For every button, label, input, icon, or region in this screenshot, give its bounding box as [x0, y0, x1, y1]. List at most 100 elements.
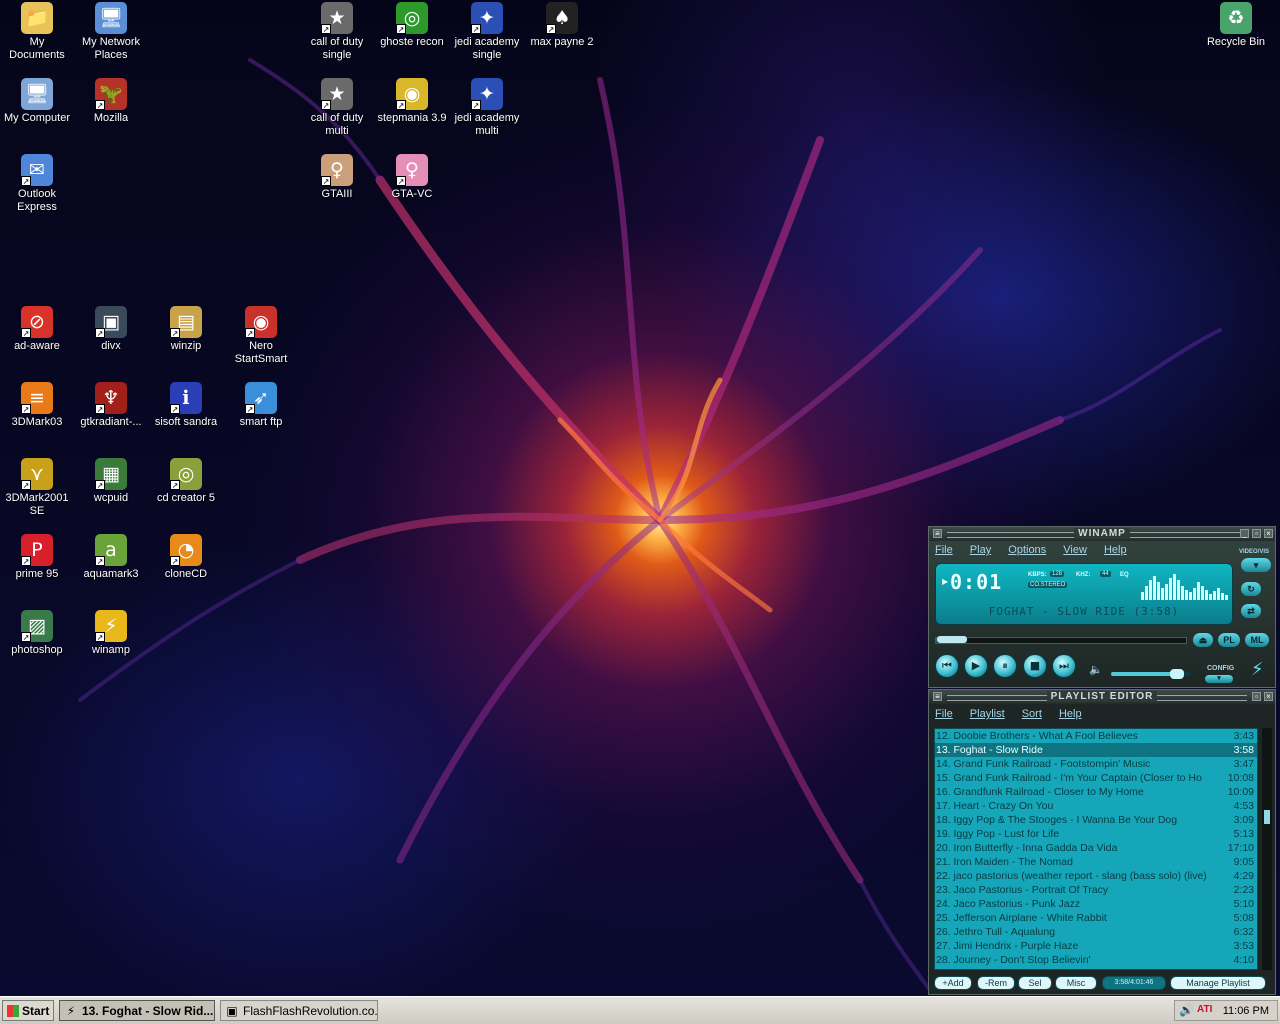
close-button[interactable]: × — [1264, 529, 1273, 538]
desktop-icon[interactable]: 📁 My Documents — [0, 2, 74, 62]
desktop-icon[interactable]: 🦖 ↗ Mozilla — [74, 78, 148, 125]
playlist-row[interactable]: 18. Iggy Pop & The Stooges - I Wanna Be … — [935, 813, 1257, 827]
desktop-icon[interactable]: ⚡ ↗ winamp — [74, 610, 148, 657]
desktop-icon[interactable]: ★ ↗ call of duty multi — [300, 78, 374, 138]
start-button[interactable]: Start — [2, 1000, 54, 1021]
next-button[interactable]: ⏭ — [1052, 654, 1076, 678]
desktop-icon[interactable]: ≡ ↗ 3DMark03 — [0, 382, 74, 429]
volume-knob[interactable] — [1170, 669, 1185, 679]
desktop-icon[interactable]: ➶ ↗ smart ftp — [224, 382, 298, 429]
media-library-button[interactable]: ML — [1245, 633, 1269, 647]
playlist-row[interactable]: 23. Jaco Pastorius - Portrait Of Tracy 2:… — [935, 883, 1257, 897]
elapsed-time[interactable]: 0:01 — [950, 570, 1002, 594]
clock[interactable]: 11:06 PM — [1223, 1001, 1269, 1021]
playlist-row[interactable]: 28. Journey - Don't Stop Believin' 4:10 — [935, 953, 1257, 967]
spectrum-visualizer[interactable] — [1141, 572, 1228, 600]
desktop-icon[interactable]: ⊘ ↗ ad-aware — [0, 306, 74, 353]
volume-tray-icon[interactable]: 🔊 — [1179, 1003, 1194, 1017]
menu-play[interactable]: Play — [970, 544, 991, 556]
playlist-row[interactable]: 27. Jimi Hendrix - Purple Haze 3:53 — [935, 939, 1257, 953]
menu-options[interactable]: Options — [1008, 544, 1046, 556]
seek-bar[interactable] — [935, 636, 1187, 644]
desktop-icon[interactable]: ◉ ↗ Nero StartSmart — [224, 306, 298, 366]
pause-button[interactable]: ⏸ — [993, 654, 1017, 678]
menu-playlist[interactable]: Playlist — [970, 708, 1005, 720]
playlist-row-current[interactable]: 13. Foghat - Slow Ride 3:58 — [935, 743, 1257, 757]
playlist-editor-window[interactable]: PLAYLIST EDITOR ≡ ▫ × File Playlist Sort… — [928, 689, 1276, 995]
playlist-row[interactable]: 21. Iron Maiden - The Nomad 9:05 — [935, 855, 1257, 869]
desktop-icon[interactable]: ♻ Recycle Bin — [1199, 2, 1273, 49]
desktop-icon[interactable]: ✉ ↗ Outlook Express — [0, 154, 74, 214]
desktop-icon[interactable]: ★ ↗ call of duty single — [300, 2, 374, 62]
playlist-row[interactable]: 16. Grandfunk Railroad - Closer to My Ho… — [935, 785, 1257, 799]
playlist-row[interactable]: 19. Iggy Pop - Lust for Life 5:13 — [935, 827, 1257, 841]
repeat-button[interactable]: ↻ — [1241, 582, 1261, 596]
playlist-menu-icon[interactable]: ≡ — [933, 692, 942, 701]
desktop-icon[interactable]: ◔ ↗ cloneCD — [149, 534, 223, 581]
stop-button[interactable]: ■ — [1023, 654, 1047, 678]
shade-button[interactable]: ▫ — [1252, 529, 1261, 538]
minimize-button[interactable]: _ — [1240, 529, 1249, 538]
manage-playlist-button[interactable]: Manage Playlist — [1170, 976, 1266, 990]
desktop-icon[interactable]: ℹ ↗ sisoft sandra — [149, 382, 223, 429]
menu-help[interactable]: Help — [1104, 544, 1127, 556]
shuffle-button[interactable]: ⇄ — [1241, 604, 1261, 618]
desktop-icon[interactable]: ♆ ↗ gtkradiant-... — [74, 382, 148, 429]
menu-file[interactable]: File — [935, 708, 953, 720]
remove-button[interactable]: -Rem — [977, 976, 1015, 990]
volume-slider[interactable] — [1111, 669, 1191, 679]
add-button[interactable]: +Add — [934, 976, 972, 990]
previous-button[interactable]: ⏮ — [935, 654, 959, 678]
playlist-row[interactable]: 20. Iron Butterfly - Inna Gadda Da Vida 1… — [935, 841, 1257, 855]
scrollbar-thumb[interactable] — [1264, 810, 1270, 824]
ati-tray-icon[interactable]: ATI — [1197, 1004, 1212, 1015]
playlist-row[interactable]: 24. Jaco Pastorius - Punk Jazz 5:10 — [935, 897, 1257, 911]
playlist-titlebar[interactable]: PLAYLIST EDITOR ≡ ▫ × — [929, 690, 1275, 704]
playlist-row[interactable]: 25. Jefferson Airplane - White Rabbit 5:0… — [935, 911, 1257, 925]
playlist-track-list[interactable]: 12. Doobie Brothers - What A Fool Believ… — [934, 728, 1258, 970]
desktop-icon[interactable]: ▨ ↗ photoshop — [0, 610, 74, 657]
desktop-icon[interactable]: ✦ ↗ jedi academy multi — [450, 78, 524, 138]
desktop-icon[interactable]: 🖥 My Network Places — [74, 2, 148, 62]
winamp-window[interactable]: WINAMP ≡ _ ▫ × File Play Options View He… — [928, 526, 1276, 688]
desktop-icon[interactable]: ✦ ↗ jedi academy single — [450, 2, 524, 62]
desktop-icon[interactable]: ▤ ↗ winzip — [149, 306, 223, 353]
menu-view[interactable]: View — [1063, 544, 1087, 556]
song-title-display[interactable]: FOGHAT - SLOW RIDE (3:58) — [936, 605, 1232, 618]
select-button[interactable]: Sel — [1018, 976, 1052, 990]
playlist-scrollbar[interactable] — [1262, 728, 1272, 970]
shade-button[interactable]: ▫ — [1252, 692, 1261, 701]
playlist-row[interactable]: 17. Heart - Crazy On You 4:53 — [935, 799, 1257, 813]
winamp-menu-icon[interactable]: ≡ — [933, 529, 942, 538]
desktop-icon[interactable]: ◎ ↗ ghoste recon — [375, 2, 449, 49]
misc-button[interactable]: Misc — [1055, 976, 1097, 990]
seek-bar-knob[interactable] — [936, 636, 967, 643]
video-vis-toggle-button[interactable]: ▾ — [1241, 558, 1271, 572]
eject-button[interactable]: ⏏ — [1193, 633, 1213, 647]
desktop-icon[interactable]: ♀ ↗ GTAIII — [300, 154, 374, 201]
desktop-icon[interactable]: ⋎ ↗ 3DMark2001 SE — [0, 458, 74, 518]
task-winamp[interactable]: ⚡ 13. Foghat - Slow Rid... — [59, 1000, 215, 1021]
menu-help[interactable]: Help — [1059, 708, 1082, 720]
desktop-icon[interactable]: ▦ ↗ wcpuid — [74, 458, 148, 505]
desktop-icon[interactable]: ♀ ↗ GTA-VC — [375, 154, 449, 201]
menu-sort[interactable]: Sort — [1022, 708, 1042, 720]
desktop-icon[interactable]: ♠ ↗ max payne 2 — [525, 2, 599, 49]
desktop-icon[interactable]: a ↗ aquamark3 — [74, 534, 148, 581]
menu-file[interactable]: File — [935, 544, 953, 556]
playlist-row[interactable]: 22. jaco pastorius (weather report - sla… — [935, 869, 1257, 883]
winamp-titlebar[interactable]: WINAMP ≡ _ ▫ × — [929, 527, 1275, 541]
task-browser[interactable]: ▣ FlashFlashRevolution.co... — [220, 1000, 378, 1021]
playlist-toggle-button[interactable]: PL — [1218, 633, 1240, 647]
playlist-row[interactable]: 26. Jethro Tull - Aqualung 6:32 — [935, 925, 1257, 939]
playlist-row[interactable]: 15. Grand Funk Railroad - I'm Your Capta… — [935, 771, 1257, 785]
playlist-row[interactable]: 14. Grand Funk Railroad - Footstompin' M… — [935, 757, 1257, 771]
play-button[interactable]: ▶ — [964, 654, 988, 678]
desktop-icon[interactable]: ◎ ↗ cd creator 5 — [149, 458, 223, 505]
lightning-bolt-icon[interactable]: ⚡ — [1251, 659, 1264, 680]
desktop-icon[interactable]: ▣ ↗ divx — [74, 306, 148, 353]
desktop-icon[interactable]: ◉ ↗ stepmania 3.9 — [375, 78, 449, 125]
close-button[interactable]: × — [1264, 692, 1273, 701]
playlist-row[interactable]: 12. Doobie Brothers - What A Fool Believ… — [935, 729, 1257, 743]
desktop-icon[interactable]: P ↗ prime 95 — [0, 534, 74, 581]
